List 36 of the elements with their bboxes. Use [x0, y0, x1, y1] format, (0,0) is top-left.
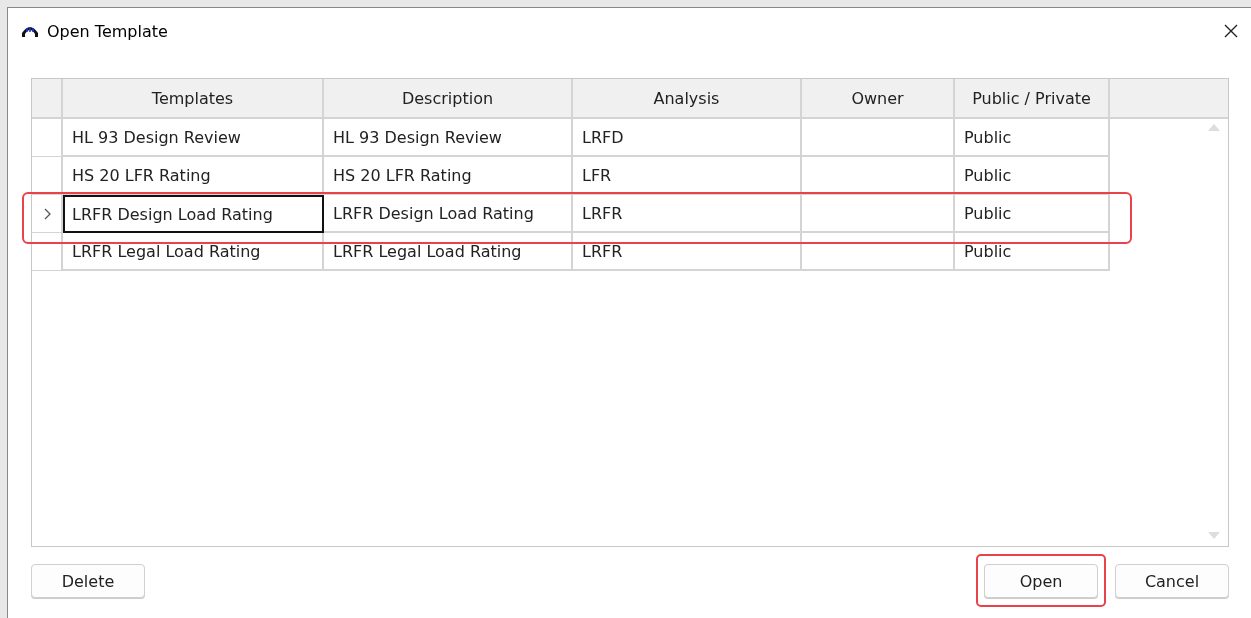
row-header[interactable] — [32, 233, 63, 271]
table-cell[interactable]: HL 93 Design Review — [63, 119, 324, 157]
column-header[interactable]: Owner — [802, 79, 955, 117]
table-cell[interactable]: Public — [955, 195, 1110, 233]
table-cell[interactable] — [802, 195, 955, 233]
table-cell[interactable]: HL 93 Design Review — [324, 119, 573, 157]
table-cell[interactable]: LRFR — [573, 233, 802, 271]
table-cell[interactable]: Public — [955, 233, 1110, 271]
column-header[interactable]: Analysis — [573, 79, 802, 117]
column-header[interactable]: Description — [324, 79, 573, 117]
table-cell[interactable]: Public — [955, 157, 1110, 195]
table-cell[interactable]: LRFD — [573, 119, 802, 157]
table-cell[interactable]: LRFR Design Load Rating — [324, 195, 573, 233]
dialog-button[interactable]: Cancel — [1115, 564, 1229, 598]
table-cell[interactable] — [802, 233, 955, 271]
table-cell[interactable]: LRFR — [573, 195, 802, 233]
row-header[interactable] — [32, 195, 63, 233]
table-cell[interactable] — [802, 119, 955, 157]
column-header[interactable]: Templates — [63, 79, 324, 117]
window-title: Open Template — [47, 21, 169, 41]
table-cell[interactable]: HS 20 LFR Rating — [324, 157, 573, 195]
table-cell[interactable]: LRFR Legal Load Rating — [324, 233, 573, 271]
dialog-button[interactable]: Open — [984, 564, 1098, 598]
table-cell[interactable]: Public — [955, 119, 1110, 157]
column-header[interactable]: Public / Private — [955, 79, 1110, 117]
bridge-icon — [21, 24, 39, 38]
scroll-down-icon[interactable] — [1208, 532, 1220, 540]
row-header[interactable] — [32, 157, 63, 195]
close-icon[interactable] — [1223, 23, 1239, 39]
scroll-up-icon[interactable] — [1208, 123, 1220, 131]
table-cell[interactable]: LFR — [573, 157, 802, 195]
table-cell[interactable]: LRFR Legal Load Rating — [63, 233, 324, 271]
table-cell[interactable]: HS 20 LFR Rating — [63, 157, 324, 195]
table-cell[interactable] — [802, 157, 955, 195]
table-cell[interactable]: LRFR Design Load Rating — [63, 195, 324, 233]
delete-button[interactable]: Delete — [31, 564, 145, 598]
